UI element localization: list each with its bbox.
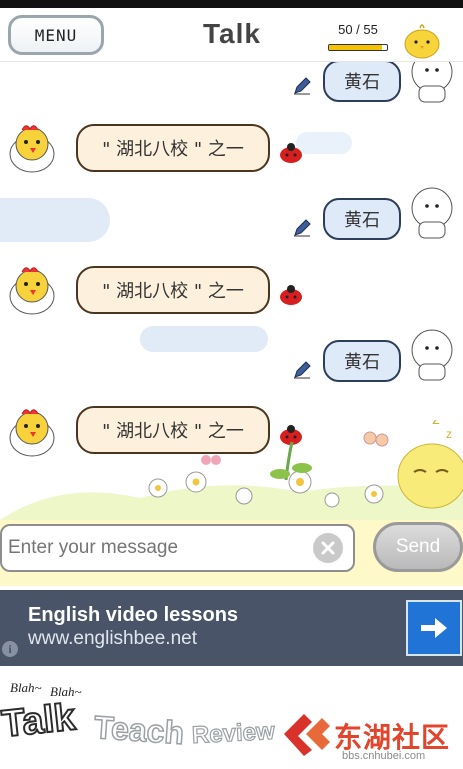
menu-button[interactable]: MENU — [8, 15, 104, 55]
message-row: 黄石 — [0, 326, 463, 398]
message-row: 黄石 — [0, 184, 463, 256]
edit-pencil-icon[interactable] — [292, 360, 312, 380]
bottom-tab-bar: Blah~ Blah~ Talk Teach Review 东湖社区 bbs.c… — [0, 666, 463, 769]
composer-bar: Send — [0, 520, 463, 586]
status-bar — [0, 0, 463, 8]
message-bubble-received[interactable]: " 湖北八校 " 之一 — [76, 124, 270, 172]
rooster-avatar-icon — [9, 267, 55, 315]
page-title: Talk — [203, 18, 261, 49]
ad-url: www.englishbee.net — [28, 628, 197, 649]
send-button[interactable]: Send — [373, 522, 463, 572]
message-count: 50 / 55 — [338, 22, 378, 37]
rooster-avatar-icon — [9, 125, 55, 173]
ghost-avatar-icon — [411, 62, 453, 103]
message-bubble-sent[interactable]: 黄石 — [323, 198, 401, 240]
ad-open-button[interactable] — [406, 600, 462, 656]
watermark-url: bbs.cnhubei.com — [342, 750, 426, 762]
message-bubble-sent[interactable]: 黄石 — [323, 340, 401, 382]
edit-pencil-icon[interactable] — [292, 76, 312, 96]
count-progress-bar — [328, 44, 388, 51]
ghost-avatar-icon — [411, 329, 453, 381]
ladybug-icon[interactable] — [278, 142, 304, 164]
svg-text:z: z — [432, 420, 440, 428]
close-icon — [321, 541, 335, 555]
tab-review[interactable]: Review — [191, 717, 276, 750]
meadow-decoration: z z — [0, 420, 463, 520]
svg-text:z: z — [446, 427, 452, 441]
blah-decoration: Blah~ — [10, 680, 42, 695]
message-bubble-received[interactable]: " 湖北八校 " 之一 — [76, 266, 270, 314]
ladybug-icon[interactable] — [278, 284, 304, 306]
tab-teach[interactable]: Teach — [92, 708, 186, 752]
message-row: " 湖北八校 " 之一 — [0, 256, 463, 328]
app-header: MENU Talk 50 / 55 — [0, 8, 463, 62]
ghost-avatar-icon — [411, 187, 453, 239]
clear-input-button[interactable] — [313, 533, 343, 563]
chick-avatar-icon[interactable] — [402, 20, 442, 60]
message-bubble-sent[interactable]: 黄石 — [323, 62, 401, 102]
message-input[interactable] — [0, 524, 355, 572]
watermark-logo-icon — [284, 714, 330, 756]
ad-headline: English video lessons — [28, 604, 239, 626]
tab-talk[interactable]: Talk — [0, 695, 78, 746]
ad-banner[interactable]: English video lessons www.englishbee.net… — [0, 590, 463, 666]
ad-info-icon[interactable]: i — [2, 641, 18, 657]
edit-pencil-icon[interactable] — [292, 218, 312, 238]
message-row: " 湖北八校 " 之一 — [0, 114, 463, 186]
count-progress-fill — [329, 45, 382, 50]
arrow-right-icon — [421, 618, 447, 638]
chat-area[interactable]: 黄石 " 湖北八校 " 之一 黄石 " 湖北八校 " 之一 黄石 " 湖北八校 … — [0, 62, 463, 520]
